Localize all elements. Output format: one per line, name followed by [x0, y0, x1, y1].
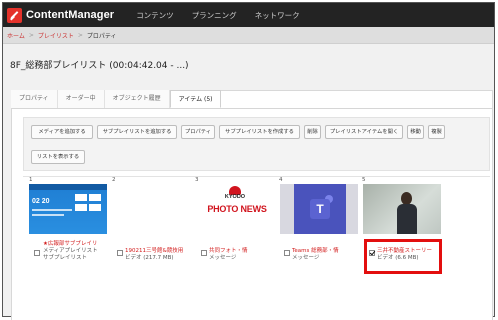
item-number: 2 — [112, 177, 116, 183]
item-toolbar: メディアを追加する サブプレイリストを追加する プロパティ サブプレイリストを作… — [23, 117, 490, 171]
thumbnail-caption: 02 20 — [32, 198, 50, 205]
tab-items[interactable]: アイテム (5) — [169, 90, 222, 108]
logo-icon — [7, 7, 22, 23]
add-subplaylist-button[interactable]: サブプレイリストを追加する — [97, 125, 177, 139]
thumbnail-line — [32, 209, 72, 211]
item-caption: Teams 総務部・情 メッセージ — [292, 248, 362, 262]
delete-button[interactable]: 削除 — [304, 125, 321, 139]
create-subplaylist-button[interactable]: サブプレイリストを作成する — [219, 125, 300, 139]
nav-network[interactable]: ネットワーク — [255, 10, 300, 21]
top-nav-bar: ContentManager コンテンツ プランニング ネットワーク — [3, 3, 494, 27]
item-number: 3 — [195, 177, 199, 183]
item-caption: ★広報部サブプレイリ メディアプレイリスト サブプレイリスト — [43, 241, 113, 263]
thumbnail-brand: KYODO — [224, 194, 246, 200]
tab-bar: プロパティ オーダー中 オブジェクト履歴 アイテム (5) — [11, 90, 222, 108]
thumbnail-tile — [75, 204, 87, 211]
breadcrumb-playlist[interactable]: プレイリスト — [38, 31, 74, 40]
item-type: メッセージ — [209, 255, 237, 262]
move-button[interactable]: 移動 — [407, 125, 424, 139]
thumbnail-tile — [89, 204, 101, 211]
item-type: サブプレイリスト — [43, 255, 88, 262]
item-number: 5 — [362, 177, 366, 183]
teams-icon: T — [310, 199, 330, 219]
breadcrumb: ホーム > プレイリスト > プロパティ — [3, 27, 494, 44]
item-thumbnail[interactable]: 02 20 — [29, 184, 107, 234]
tab-ordering[interactable]: オーダー中 — [57, 90, 105, 108]
open-playlist-item-button[interactable]: プレイリストアイテムを開く — [325, 125, 403, 139]
item-type: ビデオ (217.7 MB) — [125, 255, 174, 262]
item-number: 4 — [279, 177, 283, 183]
item-checkbox[interactable] — [201, 250, 207, 256]
item-grid-divider — [23, 176, 490, 177]
item-type: メッセージ — [292, 255, 320, 262]
show-list-button[interactable]: リストを表示する — [31, 150, 85, 164]
thumbnail-line — [32, 214, 64, 216]
item-checkbox[interactable] — [34, 250, 40, 256]
tab-properties[interactable]: プロパティ — [11, 90, 58, 108]
add-media-button[interactable]: メディアを追加する — [31, 125, 93, 139]
breadcrumb-current: プロパティ — [86, 32, 117, 40]
nav-contents[interactable]: コンテンツ — [136, 10, 174, 21]
item-checkbox[interactable] — [117, 250, 123, 256]
thumbnail-background: T — [294, 184, 346, 234]
app-logo[interactable]: ContentManager — [7, 3, 114, 27]
breadcrumb-separator: > — [28, 31, 34, 39]
thumbnail-tile — [89, 194, 101, 201]
item-caption: 190211三号館&競技用 ビデオ (217.7 MB) — [125, 248, 200, 262]
breadcrumb-separator: > — [77, 31, 83, 39]
thumbnail-caption: PHOTO NEWS — [207, 204, 267, 214]
thumbnail-header-bar — [29, 184, 107, 190]
breadcrumb-home[interactable]: ホーム — [7, 31, 25, 40]
tab-divider — [11, 108, 493, 109]
properties-button[interactable]: プロパティ — [181, 125, 215, 139]
item-thumbnail[interactable] — [363, 184, 441, 234]
page-title: 8F_総務部プレイリスト (00:04:42.04 - ...) — [10, 61, 189, 71]
item-thumbnail[interactable]: KYODO PHOTO NEWS — [198, 184, 276, 234]
selection-highlight — [364, 239, 442, 274]
person-figure — [397, 192, 417, 234]
item-number: 1 — [29, 177, 33, 183]
app-name: ContentManager — [26, 9, 115, 21]
item-thumbnail[interactable]: T — [280, 184, 358, 234]
duplicate-button[interactable]: 複製 — [428, 125, 445, 139]
thumbnail-tile — [75, 194, 87, 201]
tab-object-history[interactable]: オブジェクト履歴 — [104, 90, 170, 108]
nav-planning[interactable]: プランニング — [192, 10, 237, 21]
item-caption: 共同フォト・情 メッセージ — [209, 248, 279, 262]
item-thumbnail-empty[interactable] — [115, 184, 193, 234]
item-checkbox[interactable] — [284, 250, 290, 256]
person-body — [397, 204, 417, 234]
